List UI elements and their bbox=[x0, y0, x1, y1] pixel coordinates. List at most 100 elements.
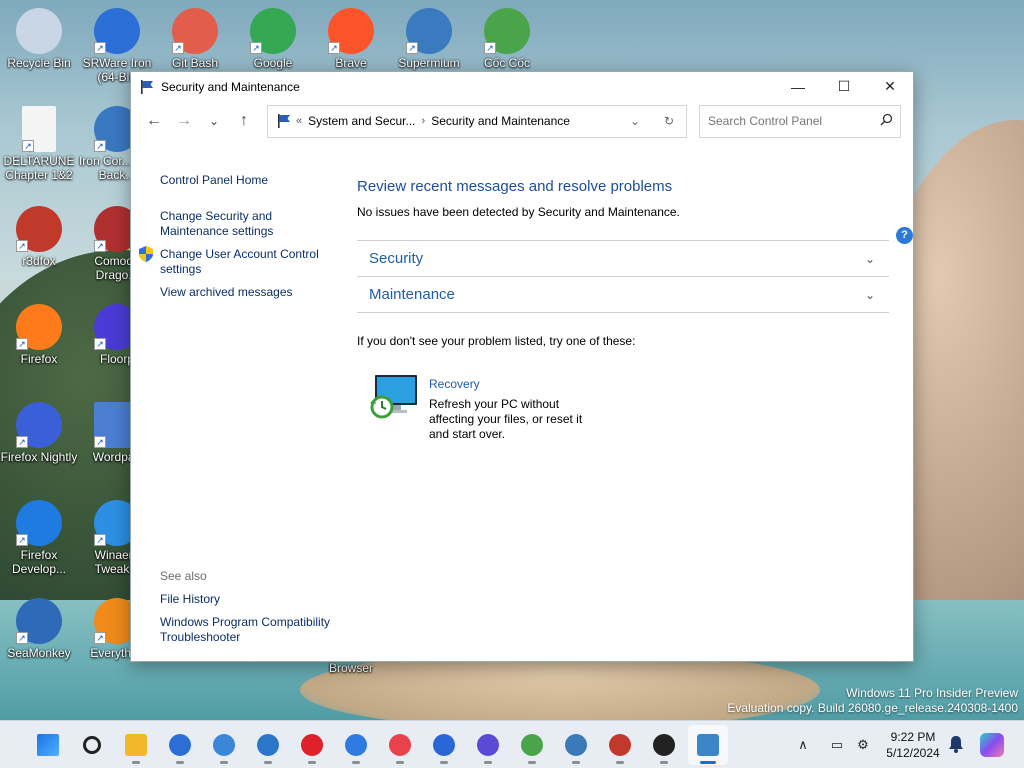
taskbar-opera[interactable] bbox=[292, 725, 332, 765]
running-indicator bbox=[220, 760, 228, 764]
recovery-link[interactable]: Recovery bbox=[429, 377, 480, 391]
search-icon[interactable] bbox=[872, 113, 900, 129]
desktop-icon-browser[interactable]: Browser bbox=[312, 661, 390, 675]
supermium-icon: ↗ bbox=[406, 8, 452, 54]
watermark-line2: Evaluation copy. Build 26080.ge_release.… bbox=[727, 701, 1018, 715]
desktop-icon-firefox[interactable]: ↗ Firefox bbox=[0, 304, 78, 366]
file-history-link[interactable]: File History bbox=[160, 592, 335, 607]
shortcut-arrow-icon: ↗ bbox=[94, 240, 106, 252]
desktop-icon-google[interactable]: ↗ Google bbox=[234, 8, 312, 70]
copilot-icon[interactable] bbox=[980, 733, 1004, 757]
compatibility-troubleshooter-link[interactable]: Windows Program Compatibility Troublesho… bbox=[160, 615, 335, 645]
chevron-down-icon[interactable]: ⌄ bbox=[865, 252, 875, 266]
desktop-icon-firefox-nightly[interactable]: ↗ Firefox Nightly bbox=[0, 402, 78, 464]
clock-time: 9:22 PM bbox=[890, 730, 936, 744]
shortcut-arrow-icon: ↗ bbox=[406, 42, 418, 54]
up-button[interactable]: ↑ bbox=[229, 106, 259, 136]
address-bar[interactable]: « System and Secur... › Security and Mai… bbox=[267, 104, 687, 138]
address-overflow[interactable]: « bbox=[296, 115, 302, 127]
file-explorer-icon bbox=[125, 733, 147, 756]
desktop-icon-seamonkey[interactable]: ↗ SeaMonkey bbox=[0, 598, 78, 660]
section-divider bbox=[357, 312, 889, 313]
taskbar-search[interactable] bbox=[72, 725, 112, 765]
view-archived-messages-link[interactable]: View archived messages bbox=[160, 285, 335, 300]
control-panel-window: Security and Maintenance — ☐ ✕ ← → ⌄ ↑ «… bbox=[130, 71, 914, 662]
shortcut-arrow-icon: ↗ bbox=[94, 534, 106, 546]
shortcut-arrow-icon: ↗ bbox=[94, 140, 106, 152]
search-input[interactable] bbox=[708, 114, 872, 128]
opera-gx-icon bbox=[389, 733, 411, 756]
search-box[interactable] bbox=[699, 104, 901, 138]
security-section[interactable]: Security ⌄ bbox=[357, 240, 889, 276]
recovery-icon[interactable] bbox=[369, 373, 419, 419]
firefox-icon bbox=[433, 733, 455, 756]
running-indicator bbox=[484, 760, 492, 764]
chevron-down-icon[interactable]: ⌄ bbox=[865, 288, 875, 302]
firefox-nightly-icon bbox=[477, 733, 499, 756]
taskbar-opera-gx[interactable] bbox=[380, 725, 420, 765]
clock[interactable]: 9:22 PM 5/12/2024 bbox=[878, 729, 948, 761]
control-panel-home-link[interactable]: Control Panel Home bbox=[160, 173, 335, 188]
taskbar-browser-blue[interactable] bbox=[336, 725, 376, 765]
taskbar-control-panel[interactable] bbox=[688, 724, 728, 765]
breadcrumb-separator[interactable]: › bbox=[422, 115, 426, 127]
breadcrumb-system-security[interactable]: System and Secur... bbox=[308, 114, 415, 128]
desktop-icon-r3dfox[interactable]: ↗ r3dfox bbox=[0, 206, 78, 268]
forward-button[interactable]: → bbox=[169, 106, 199, 136]
recent-locations-button[interactable]: ⌄ bbox=[199, 106, 229, 136]
taskbar-firefox-nightly[interactable] bbox=[468, 725, 508, 765]
shortcut-arrow-icon: ↗ bbox=[484, 42, 496, 54]
desktop-icon-coc-coc[interactable]: ↗ Cốc Cốc bbox=[468, 8, 546, 70]
back-button[interactable]: ← bbox=[139, 106, 169, 136]
breadcrumb-security-maintenance[interactable]: Security and Maintenance bbox=[431, 114, 570, 128]
seamonkey-icon: ↗ bbox=[16, 598, 62, 644]
running-indicator bbox=[396, 760, 404, 764]
shortcut-arrow-icon: ↗ bbox=[16, 436, 28, 448]
change-uac-settings-link[interactable]: Change User Account Control settings bbox=[160, 247, 335, 277]
title-bar[interactable]: Security and Maintenance — ☐ ✕ bbox=[131, 72, 913, 101]
search-icon bbox=[83, 735, 101, 754]
maximize-button[interactable]: ☐ bbox=[821, 72, 867, 101]
running-indicator bbox=[264, 760, 272, 764]
settings-icon[interactable]: ⚙ bbox=[852, 735, 874, 755]
shortcut-arrow-icon: ↗ bbox=[16, 534, 28, 546]
monitor-icon[interactable]: ▭ bbox=[826, 735, 848, 755]
taskbar-r3dfox[interactable] bbox=[600, 725, 640, 765]
firefox-nightly-icon: ↗ bbox=[16, 402, 62, 448]
help-icon[interactable]: ? bbox=[896, 227, 913, 244]
desktop-icon-recycle-bin[interactable]: Recycle Bin bbox=[0, 8, 78, 70]
taskbar-supermium[interactable] bbox=[204, 725, 244, 765]
close-button[interactable]: ✕ bbox=[867, 72, 913, 101]
desktop-icon-brave[interactable]: ↗ Brave bbox=[312, 8, 390, 70]
taskbar-srware-iron[interactable] bbox=[160, 725, 200, 765]
opera-icon bbox=[301, 733, 323, 756]
shortcut-arrow-icon: ↗ bbox=[16, 338, 28, 350]
taskbar-file-explorer[interactable] bbox=[116, 725, 156, 765]
taskbar-start[interactable] bbox=[28, 725, 68, 765]
taskbar-mask-app[interactable] bbox=[644, 725, 684, 765]
desktop-icon-deltarune[interactable]: ↗ DELTARUNE Chapter 1&2 bbox=[0, 106, 78, 182]
change-security-settings-link[interactable]: Change Security and Maintenance settings bbox=[160, 209, 335, 239]
running-indicator bbox=[308, 760, 316, 764]
maintenance-section[interactable]: Maintenance ⌄ bbox=[357, 276, 889, 312]
minimize-button[interactable]: — bbox=[775, 72, 821, 101]
git-bash-icon: ↗ bbox=[172, 8, 218, 54]
shortcut-arrow-icon: ↗ bbox=[94, 42, 106, 54]
notification-bell-icon[interactable] bbox=[948, 735, 964, 753]
watermark-line1: Windows 11 Pro Insider Preview bbox=[846, 686, 1018, 700]
desktop-icon-firefox-developer[interactable]: ↗ Firefox Develop... bbox=[0, 500, 78, 576]
chrome-icon: ↗ bbox=[250, 8, 296, 54]
show-hidden-icons-button[interactable]: ∧ bbox=[792, 735, 814, 755]
shortcut-arrow-icon: ↗ bbox=[328, 42, 340, 54]
running-indicator bbox=[440, 760, 448, 764]
shortcut-arrow-icon: ↗ bbox=[172, 42, 184, 54]
address-dropdown-button[interactable]: ⌄ bbox=[618, 114, 652, 128]
taskbar-coc-coc[interactable] bbox=[512, 725, 552, 765]
taskbar-firefox[interactable] bbox=[424, 725, 464, 765]
desktop-icon-git-bash[interactable]: ↗ Git Bash bbox=[156, 8, 234, 70]
refresh-button[interactable]: ↻ bbox=[652, 114, 686, 128]
taskbar-browser-store[interactable] bbox=[248, 725, 288, 765]
taskbar-globe-browser[interactable] bbox=[556, 725, 596, 765]
shortcut-arrow-icon: ↗ bbox=[94, 338, 106, 350]
desktop-icon-supermium[interactable]: ↗ Supermium bbox=[390, 8, 468, 70]
